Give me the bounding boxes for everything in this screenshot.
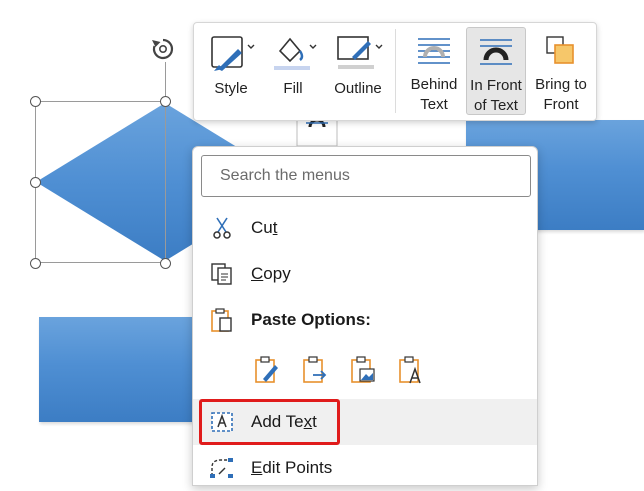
paste-keep-source-icon — [255, 356, 278, 383]
paint-bucket-icon — [274, 37, 317, 70]
scissors-icon — [213, 217, 231, 239]
menu-item-paste-options: Paste Options: — [193, 297, 537, 343]
menu-item-copy-label: Copy — [251, 264, 291, 283]
paste-options-row — [251, 347, 427, 393]
paste-text-only-button[interactable] — [395, 353, 427, 387]
menu-item-cut-label: Cut — [251, 218, 278, 237]
search-menus-input[interactable] — [201, 155, 531, 197]
paste-use-destination-icon — [303, 356, 327, 383]
bring-to-front-icon — [546, 36, 574, 64]
bring-to-front-button[interactable]: Bring to Front — [530, 27, 592, 115]
document-canvas: Style Fill Outline Behind Text In Front … — [0, 0, 644, 486]
outline-label: Outline — [334, 80, 382, 97]
shape-outline-icon — [337, 36, 383, 69]
in-front-of-text-button[interactable]: In Front of Text — [466, 27, 526, 115]
outline-button[interactable]: Outline — [326, 27, 390, 115]
edit-points-icon — [210, 458, 233, 478]
menu-item-edit-points-label: Edit Points — [251, 458, 333, 477]
style-button[interactable]: Style — [202, 27, 260, 115]
menu-item-cut[interactable]: Cut — [193, 205, 537, 251]
fill-label: Fill — [283, 80, 303, 97]
behind-text-icon — [418, 38, 450, 64]
add-text-highlight-annotation — [199, 399, 340, 445]
fill-button[interactable]: Fill — [264, 27, 322, 115]
style-label: Style — [214, 80, 248, 97]
clipboard-icon — [211, 308, 232, 332]
paste-text-only-icon — [399, 356, 421, 384]
rectangle-shape-bottom[interactable] — [39, 317, 199, 422]
mini-toolbar: Style Fill Outline Behind Text In Front … — [193, 22, 597, 121]
resize-handle-bottom-left[interactable] — [30, 258, 41, 269]
menu-item-copy[interactable]: Copy — [193, 251, 537, 297]
rotate-handle-icon[interactable] — [150, 36, 176, 62]
resize-handle-top-middle[interactable] — [160, 96, 171, 107]
menu-item-edit-points[interactable]: Edit Points — [193, 445, 537, 491]
paste-options-label: Paste Options: — [251, 310, 371, 329]
in-front-of-text-icon — [480, 39, 512, 65]
in-front-of-text-label: In Front of Text — [470, 77, 522, 114]
copy-icon — [211, 263, 232, 285]
paste-keep-source-formatting-button[interactable] — [251, 353, 283, 387]
paste-picture-icon — [351, 356, 375, 383]
shape-style-icon — [211, 36, 255, 71]
behind-text-label: Behind Text — [410, 76, 458, 113]
resize-handle-top-left[interactable] — [30, 96, 41, 107]
bring-to-front-label: Bring to Front — [535, 76, 587, 113]
resize-handle-bottom-middle[interactable] — [160, 258, 171, 269]
paste-as-picture-button[interactable] — [347, 353, 379, 387]
resize-handle-middle-left[interactable] — [30, 177, 41, 188]
rotation-stem — [165, 62, 166, 99]
selection-box — [35, 101, 166, 263]
paste-use-destination-button[interactable] — [299, 353, 331, 387]
behind-text-button[interactable]: Behind Text — [406, 27, 462, 115]
toolbar-separator — [395, 29, 396, 113]
